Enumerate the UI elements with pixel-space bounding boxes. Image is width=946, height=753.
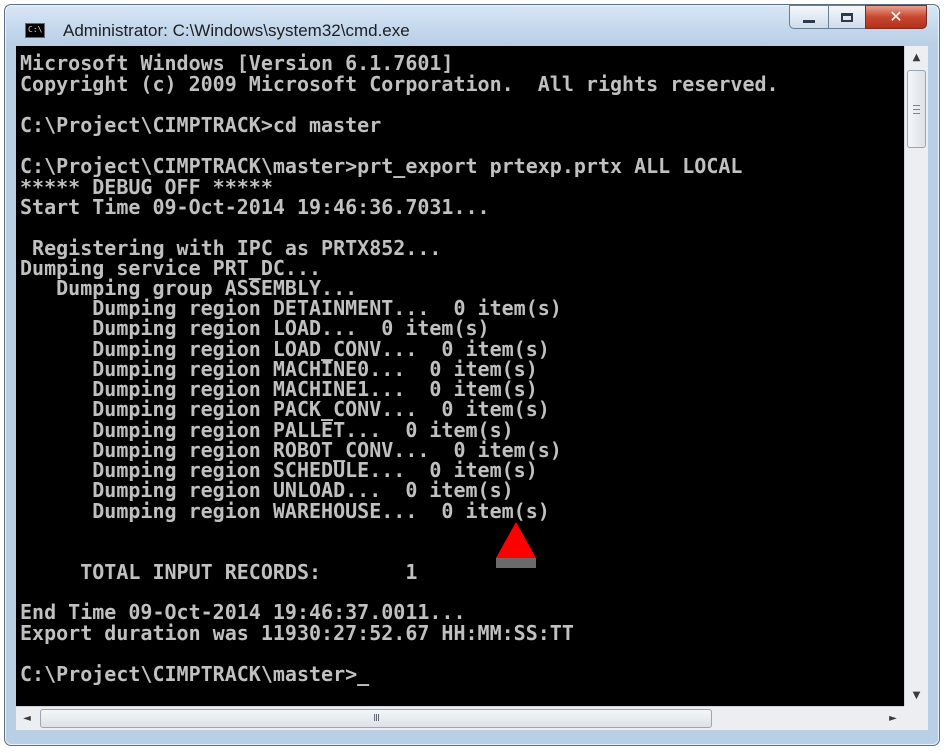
console-output[interactable]: Microsoft Windows [Version 6.1.7601] Cop…: [16, 46, 904, 706]
resize-grip[interactable]: [904, 706, 928, 730]
console-line: Copyright (c) 2009 Microsoft Corporation…: [20, 72, 779, 96]
close-icon: ✕: [889, 7, 903, 26]
left-arrow-icon: ◄: [23, 713, 31, 724]
prompt-line: C:\Project\CIMPTRACK\master>_: [20, 664, 369, 685]
text-cursor: _: [357, 662, 370, 686]
scroll-down-button[interactable]: ▼: [905, 684, 928, 706]
maximize-icon: [841, 12, 853, 22]
down-arrow-icon: ▼: [912, 689, 921, 701]
console-line: Dumping region UNLOAD... 0 item(s): [20, 478, 514, 502]
close-button[interactable]: ✕: [865, 5, 927, 29]
console-line: Start Time 09-Oct-2014 19:46:36.7031...: [20, 195, 490, 219]
console-line: Dumping region WAREHOUSE... 0 item(s): [20, 499, 550, 523]
scroll-left-button[interactable]: ◄: [16, 707, 38, 730]
console-line: Export duration was 11930:27:52.67 HH:MM…: [20, 621, 574, 645]
scroll-up-button[interactable]: ▲: [905, 46, 928, 68]
red-triangle-arrow-icon: [496, 522, 536, 558]
grip-icon: [913, 104, 920, 114]
cmd-app-icon[interactable]: C:\: [25, 23, 45, 38]
total-records-line: TOTAL INPUT RECORDS: 1: [20, 560, 418, 584]
console-line: End Time 09-Oct-2014 19:46:37.0011...: [20, 600, 466, 624]
up-arrow-icon: ▲: [912, 51, 921, 63]
scroll-right-button[interactable]: ►: [882, 707, 904, 730]
minimize-icon: [803, 19, 815, 23]
console-line: C:\Project\CIMPTRACK>cd master: [20, 113, 382, 137]
horizontal-scrollbar[interactable]: ◄ III ►: [16, 706, 904, 730]
vertical-scrollbar[interactable]: ▲ ▼: [904, 46, 928, 706]
prompt-text: C:\Project\CIMPTRACK\master>: [20, 662, 358, 686]
vertical-scroll-thumb[interactable]: [907, 70, 926, 148]
window-title: Administrator: C:\Windows\system32\cmd.e…: [63, 21, 410, 40]
right-arrow-icon: ►: [889, 713, 897, 724]
console-line: Dumping region PACK_CONV... 0 item(s): [20, 397, 550, 421]
marker-shadow: [496, 558, 536, 568]
minimize-button[interactable]: [789, 5, 829, 29]
horizontal-scroll-thumb[interactable]: III: [40, 709, 712, 728]
console-line: Dumping region LOAD... 0 item(s): [20, 316, 490, 340]
title-bar[interactable]: C:\ Administrator: C:\Windows\system32\c…: [5, 5, 939, 49]
console-line: C:\Project\CIMPTRACK\master>prt_export p…: [20, 154, 743, 178]
maximize-button[interactable]: [828, 5, 866, 29]
grip-icon: III: [373, 713, 380, 724]
console-line: Microsoft Windows [Version 6.1.7601]: [20, 51, 454, 75]
